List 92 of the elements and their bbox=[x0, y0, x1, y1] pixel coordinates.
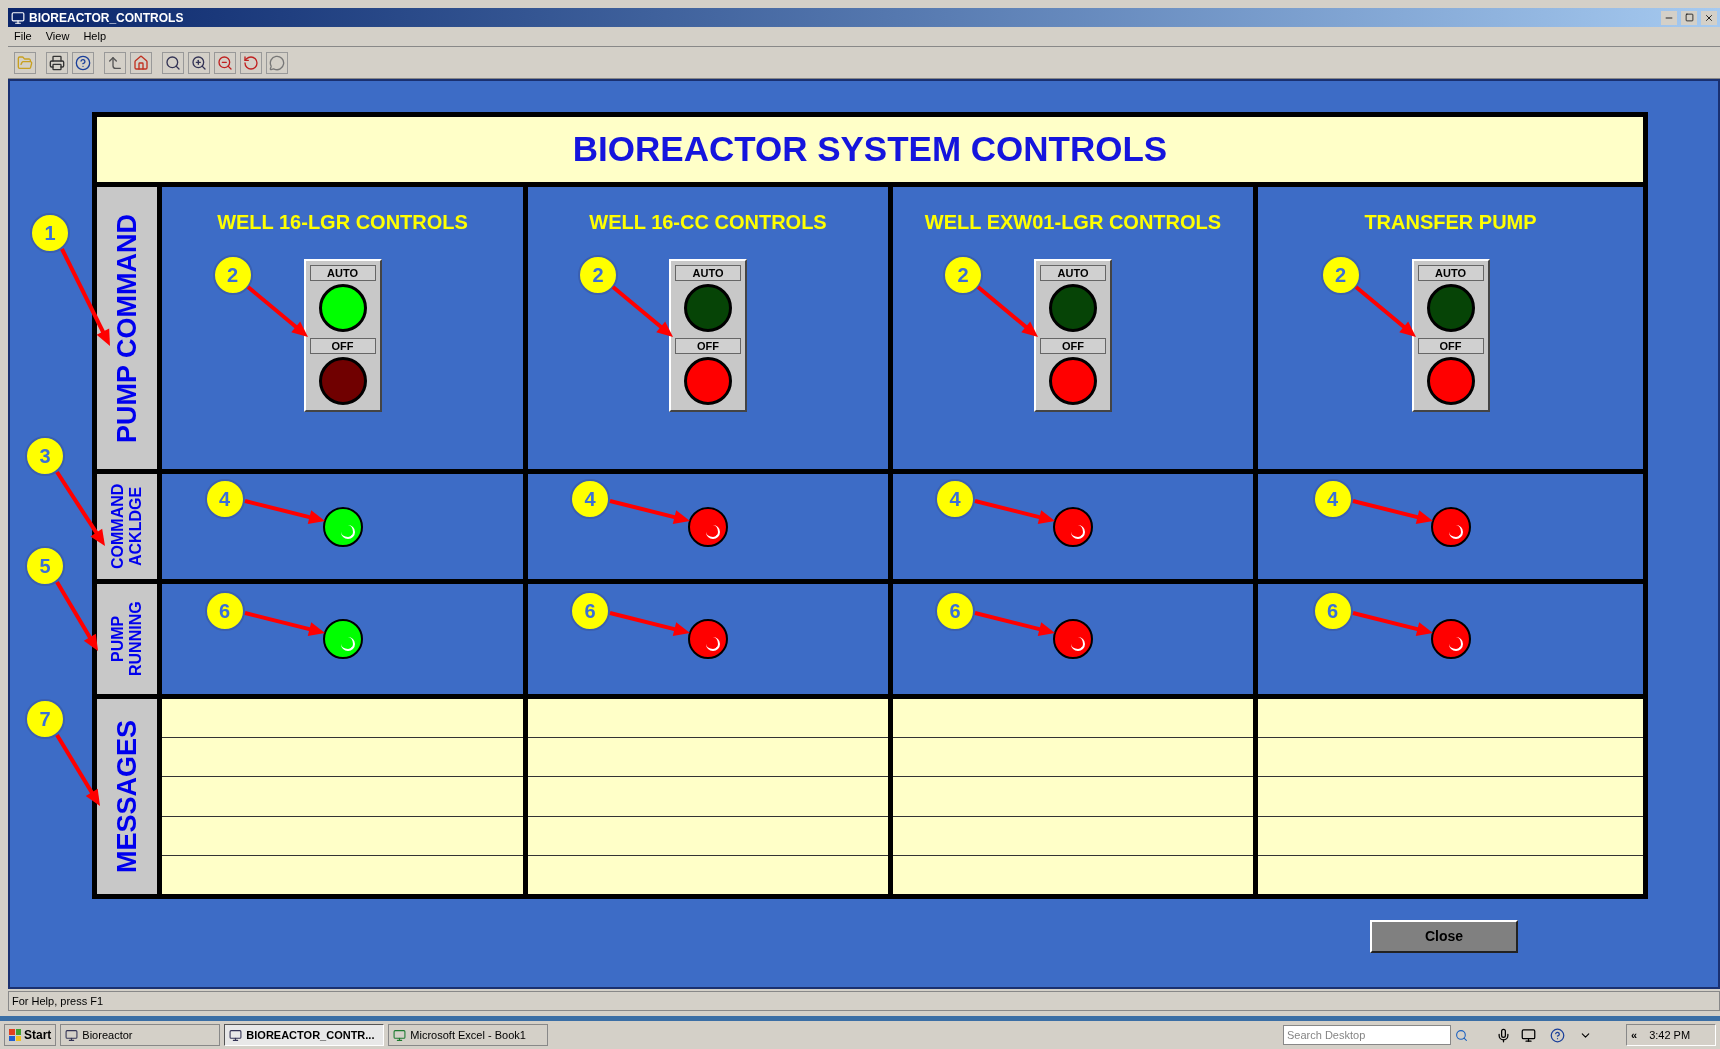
window-icon bbox=[65, 1028, 79, 1042]
callout-marker: 1 bbox=[30, 213, 70, 253]
off-lamp-button[interactable] bbox=[1426, 357, 1475, 405]
callout-marker: 2 bbox=[943, 255, 983, 295]
callout-arrow bbox=[611, 285, 673, 337]
callout-arrow bbox=[246, 285, 308, 337]
callout-marker: 6 bbox=[570, 591, 610, 631]
off-lamp-button[interactable] bbox=[684, 357, 732, 405]
speech-bubble-icon bbox=[269, 54, 285, 71]
window-icon bbox=[229, 1028, 243, 1042]
taskbar-button[interactable]: BIOREACTOR_CONTR... bbox=[224, 1024, 385, 1046]
row-label: COMMAND ACKLDGE bbox=[97, 474, 157, 579]
auto-lamp-button[interactable] bbox=[1049, 284, 1097, 332]
clock: 3:42 PM bbox=[1649, 1027, 1691, 1043]
row-label: MESSAGES bbox=[97, 699, 157, 894]
open-folder-icon bbox=[17, 54, 33, 71]
home-icon bbox=[133, 54, 149, 71]
callout-marker: 4 bbox=[1312, 478, 1353, 519]
printer-button[interactable] bbox=[46, 51, 68, 74]
off-lamp-button[interactable] bbox=[318, 357, 367, 405]
help-icon bbox=[75, 54, 91, 71]
zoom-out-icon bbox=[217, 54, 233, 71]
help-button[interactable] bbox=[72, 51, 94, 74]
callout-marker: 4 bbox=[935, 478, 975, 519]
callout-marker: 4 bbox=[204, 478, 245, 519]
callout-arrow bbox=[976, 285, 1038, 337]
menu-item[interactable]: File bbox=[14, 28, 32, 45]
callout-marker: 6 bbox=[1312, 591, 1353, 631]
help-icon[interactable] bbox=[1550, 1027, 1565, 1043]
callout-marker: 2 bbox=[212, 255, 253, 295]
row-label: PUMP RUNNING bbox=[97, 584, 157, 694]
close-button[interactable]: Close bbox=[1370, 920, 1518, 953]
callout-marker: 6 bbox=[204, 591, 245, 631]
off-label: OFF bbox=[1040, 338, 1106, 354]
window-icon bbox=[393, 1028, 407, 1042]
search-icon bbox=[165, 54, 181, 71]
close-icon bbox=[1704, 12, 1714, 23]
auto-label: AUTO bbox=[1040, 265, 1106, 281]
rotate-icon bbox=[243, 54, 259, 71]
auto-lamp-button[interactable] bbox=[1426, 284, 1475, 332]
off-lamp-button[interactable] bbox=[1049, 357, 1097, 405]
menu-item[interactable]: Help bbox=[83, 28, 106, 45]
taskbar-button[interactable]: Microsoft Excel - Book1 bbox=[388, 1024, 549, 1046]
callout-marker: 4 bbox=[570, 478, 610, 519]
auto-lamp-button[interactable] bbox=[684, 284, 732, 332]
close-window-button[interactable] bbox=[1701, 10, 1717, 25]
callout-marker: 2 bbox=[1320, 255, 1361, 295]
callout-arrow bbox=[1354, 285, 1416, 337]
status-text: For Help, press F1 bbox=[12, 993, 104, 1009]
minimize-button[interactable] bbox=[1661, 10, 1677, 25]
monitor-icon[interactable] bbox=[1521, 1027, 1536, 1043]
column-title: TRANSFER PUMP bbox=[1364, 210, 1537, 235]
speech-bubble-button[interactable] bbox=[266, 51, 288, 74]
auto-label: AUTO bbox=[1417, 265, 1484, 281]
menu-item[interactable]: View bbox=[45, 28, 70, 45]
zoom-in-icon bbox=[191, 54, 207, 71]
windows-logo-icon bbox=[9, 1029, 21, 1041]
panel-title: BIOREACTOR SYSTEM CONTROLS bbox=[97, 117, 1643, 182]
home-button[interactable] bbox=[130, 51, 152, 74]
search-icon[interactable] bbox=[1455, 1028, 1468, 1042]
zoom-out-button[interactable] bbox=[214, 51, 236, 74]
callout-marker: 7 bbox=[25, 699, 65, 739]
printer-icon bbox=[49, 54, 65, 71]
up-arrow-button[interactable] bbox=[104, 51, 126, 74]
callout-arrow bbox=[55, 580, 98, 651]
column-title: WELL 16-LGR CONTROLS bbox=[217, 210, 468, 235]
microphone-icon[interactable] bbox=[1496, 1027, 1511, 1043]
start-button[interactable]: Start bbox=[4, 1024, 57, 1046]
rotate-button[interactable] bbox=[240, 51, 262, 74]
expand-tray-button[interactable]: « bbox=[1631, 1026, 1638, 1044]
maximize-icon bbox=[1684, 13, 1694, 22]
off-label: OFF bbox=[309, 338, 376, 354]
auto-lamp-button[interactable] bbox=[318, 284, 367, 332]
callout-marker: 6 bbox=[935, 591, 975, 631]
callout-marker: 3 bbox=[25, 436, 65, 476]
zoom-in-button[interactable] bbox=[188, 51, 210, 74]
callout-marker: 2 bbox=[578, 255, 618, 295]
column-title: WELL 16-CC CONTROLS bbox=[589, 210, 827, 235]
column-title: WELL EXW01-LGR CONTROLS bbox=[924, 210, 1222, 235]
maximize-button[interactable] bbox=[1681, 10, 1697, 25]
off-label: OFF bbox=[1417, 338, 1484, 354]
auto-label: AUTO bbox=[675, 265, 741, 281]
row-label: PUMP COMMAND bbox=[97, 187, 157, 469]
taskbar-button[interactable]: Bioreactor bbox=[60, 1024, 221, 1046]
off-label: OFF bbox=[675, 338, 741, 354]
callout-marker: 5 bbox=[25, 546, 65, 586]
window-icon bbox=[11, 10, 25, 25]
search-button[interactable] bbox=[162, 51, 184, 74]
up-arrow-icon bbox=[107, 54, 123, 71]
window-title: BIOREACTOR_CONTROLS bbox=[29, 9, 185, 27]
auto-label: AUTO bbox=[309, 265, 376, 281]
search-field[interactable]: Search Desktop bbox=[1283, 1025, 1451, 1045]
